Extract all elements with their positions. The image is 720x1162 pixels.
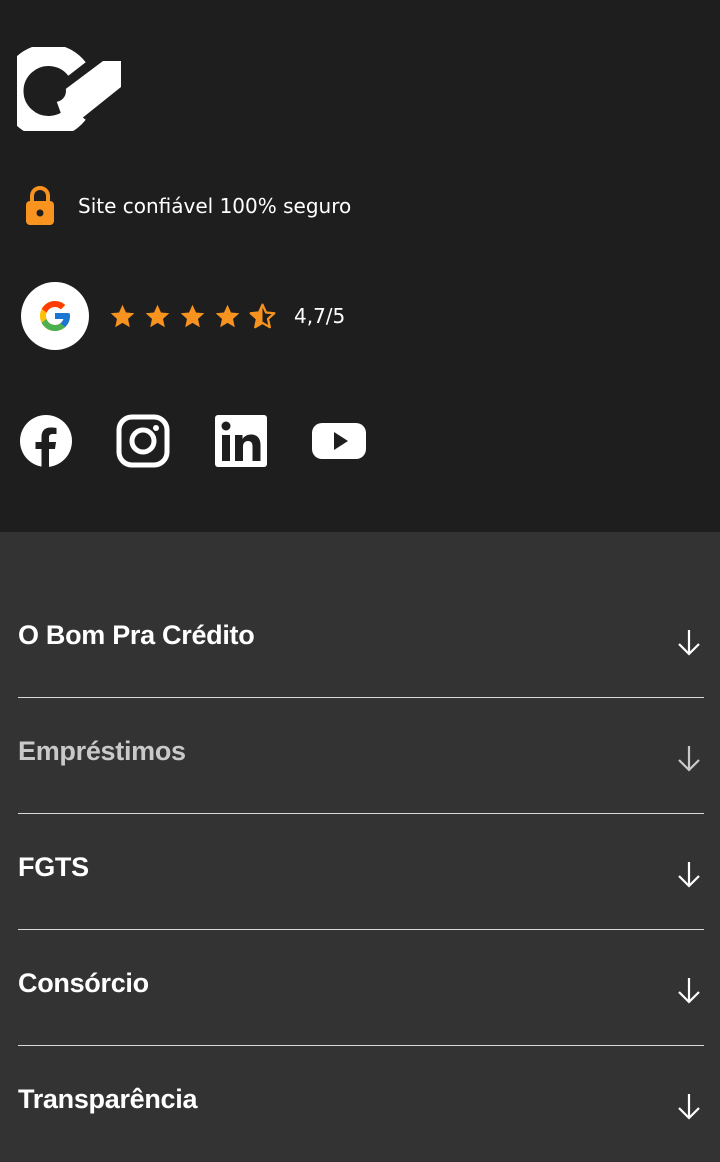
security-badge: Site confiável 100% seguro [24, 184, 351, 228]
google-icon [40, 301, 70, 331]
menu-item-fgts[interactable]: FGTS [18, 814, 704, 930]
rating-value: 4,7/5 [294, 304, 346, 328]
menu-item-label: O Bom Pra Crédito [18, 620, 255, 650]
menu-item-o-bom-pra-credito[interactable]: O Bom Pra Crédito [18, 582, 704, 698]
rating-stars [109, 303, 284, 330]
arrow-down-icon [678, 862, 700, 888]
google-rating: 4,7/5 [21, 282, 345, 350]
menu-item-emprestimos[interactable]: Empréstimos [18, 698, 704, 814]
google-badge [21, 282, 89, 350]
star-full-icon [110, 304, 135, 327]
footer-menu: O Bom Pra Crédito Empréstimos FGTS Consó… [18, 582, 704, 1162]
star-full-icon [145, 304, 170, 327]
instagram-icon[interactable] [116, 414, 170, 468]
menu-item-label: Empréstimos [18, 736, 186, 766]
menu-item-label: Consórcio [18, 968, 149, 998]
arrow-down-icon [678, 630, 700, 656]
menu-item-transparencia[interactable]: Transparência [18, 1046, 704, 1162]
menu-item-label: FGTS [18, 852, 89, 882]
menu-item-label: Transparência [18, 1084, 198, 1114]
star-half-icon [249, 303, 276, 328]
arrow-down-icon [678, 746, 700, 772]
bom-pra-credito-logo[interactable] [17, 47, 121, 131]
security-text: Site confiável 100% seguro [78, 194, 352, 218]
footer-top-section: Site confiável 100% seguro 4,7/5 [0, 0, 720, 532]
menu-item-consorcio[interactable]: Consórcio [18, 930, 704, 1046]
star-full-icon [215, 304, 240, 327]
lock-icon [26, 186, 54, 225]
youtube-icon[interactable] [312, 414, 366, 468]
star-full-icon [180, 304, 205, 327]
arrow-down-icon [678, 1094, 700, 1120]
arrow-down-icon [678, 978, 700, 1004]
facebook-icon[interactable] [19, 414, 73, 468]
linkedin-icon[interactable] [214, 414, 268, 468]
